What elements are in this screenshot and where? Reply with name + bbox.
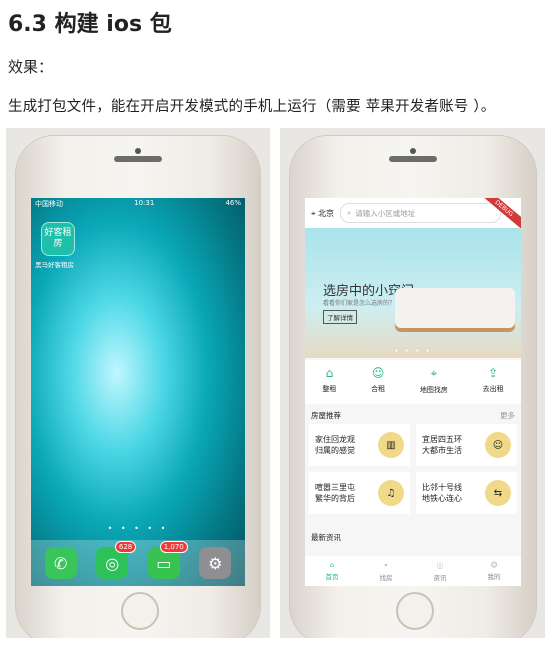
iphone-body: 中国移动 10:31 46% 好客租房 黑马好客租房 • • • • • ✆ ◎… [16,136,260,638]
nav-item-whole-rent[interactable]: ⌂ 整租 [322,360,336,404]
card-line1: 比邻十号线 [422,483,462,492]
section-heading: 6.3 构建 ios 包 [8,12,172,37]
carrier-label: 中国移动 [35,200,63,208]
page-dots: • • • • • [107,524,169,533]
wechat-glyph: ◎ [105,553,120,573]
nav-item-rent-out[interactable]: ⇪ 去出租 [483,360,504,404]
news-title: 最新资讯 [311,533,341,542]
app-label: 黑马好客租房 [35,261,74,269]
city-label: 北京 [318,208,335,218]
card-line2: 归属的感觉 [315,446,355,455]
house-icon: ⌂ [325,366,334,380]
description-text: 生成打包文件，能在开启开发模式的手机上运行（需要 苹果开发者账号 ）。 [8,99,496,115]
messages-badge: 1,070 [159,541,188,553]
home-button[interactable] [121,592,159,630]
search-icon: ⌕ [384,560,388,569]
recommend-card[interactable]: 比邻十号线地铁心连心 ⇆ [416,472,517,514]
map-pin-icon: ⌖ [430,366,438,380]
card-line1: 喧嚣三里屯 [315,483,355,492]
more-link[interactable]: 更多 [500,410,515,421]
banner-button[interactable]: 了解详情 [323,310,357,324]
location-icon: ⌖ [311,208,316,218]
nav-item-map-search[interactable]: ⌖ 地图找房 [420,360,448,404]
messages-icon[interactable]: ▭ 1,070 [147,541,188,579]
recommend-card[interactable]: 家住回龙观归属的感觉 ▥ [309,424,410,466]
banner-dots: • • • • [394,347,432,355]
tab-profile[interactable]: ☺ 我的 [488,561,501,581]
card-line1: 宜居四五环 [422,435,462,444]
recommend-card[interactable]: 喧嚣三里屯繁华的背后 ♫ [309,472,410,514]
card-line2: 地铁心连心 [422,494,462,503]
phone-icon[interactable]: ✆ [44,547,77,579]
nav-label: 合租 [371,385,386,393]
tab-find-house[interactable]: ⌕ 找房 [380,561,393,582]
settings-icon[interactable]: ⚙ [199,547,232,579]
status-bar: 中国移动 10:31 46% [31,198,245,210]
photo-home-screen: 中国移动 10:31 46% 好客租房 黑马好客租房 • • • • • ✆ ◎… [6,128,270,638]
tab-label: 资讯 [433,574,447,582]
dock: ✆ ◎ 628 ▭ 1,070 ⚙ [31,540,245,586]
wechat-icon[interactable]: ◎ 628 [96,541,137,579]
messages-glyph: ▭ [156,553,172,573]
app-screen: ⌖ 北京 ⌕ 请输入小区或地址 ▦ DEBUG 选房中的小窍门 看看你们家是怎么… [305,198,521,586]
banner-subtitle: 看看你们家是怎么选房的？ [323,300,396,307]
tab-label: 找房 [379,573,393,582]
search-bar: ⌖ 北京 ⌕ 请输入小区或地址 ▦ [305,198,521,228]
app-icon-haoke[interactable]: 好客租房 [41,222,75,256]
section-header: 房屋推荐 更多 [305,410,521,421]
card-image: ▥ [378,432,404,458]
battery-label: 46% [225,199,241,207]
search-input[interactable]: ⌕ 请输入小区或地址 [340,203,502,223]
iphone-body: ⌖ 北京 ⌕ 请输入小区或地址 ▦ DEBUG 选房中的小窍门 看看你们家是怎么… [290,136,536,638]
tab-home[interactable]: ⌂ 首页 [326,561,339,581]
card-line2: 大都市生活 [422,446,462,455]
tab-news[interactable]: ⓘ 资讯 [434,560,447,582]
city-selector[interactable]: ⌖ 北京 [311,208,334,219]
user-icon: ☺ [490,561,498,569]
nav-label: 去出租 [482,385,504,393]
card-image: ⇆ [485,480,511,506]
phone-glyph: ✆ [54,553,68,573]
speaker-grille [389,156,437,162]
tab-bar: ⌂ 首页 ⌕ 找房 ⓘ 资讯 ☺ 我的 [305,556,521,586]
camera-icon [135,148,141,154]
recommend-card[interactable]: 宜居四五环大都市生活 ☺ [416,424,517,466]
home-button[interactable] [396,592,434,630]
card-image: ☺ [485,432,511,458]
nav-item-shared-rent[interactable]: ☺ 合租 [371,360,385,404]
upload-icon: ⇪ [488,366,499,380]
category-nav: ⌂ 整租 ☺ 合租 ⌖ 地图找房 ⇪ 去出租 [305,360,521,404]
home-icon: ⌂ [329,561,335,569]
sofa-image [395,288,515,328]
speaker-grille [114,156,162,162]
settings-glyph: ⚙ [208,553,223,573]
wechat-badge: 628 [114,541,137,553]
info-icon: ⓘ [436,562,444,570]
search-icon: ⌕ [347,208,352,217]
card-line1: 家住回龙观 [315,435,355,444]
people-icon: ☺ [371,366,385,380]
card-image: ♫ [378,480,404,506]
time-label: 10:31 [134,199,155,207]
tab-label: 首页 [325,573,339,581]
nav-label: 整租 [322,385,337,393]
search-placeholder: 请输入小区或地址 [355,208,416,218]
nav-label: 地图找房 [419,386,448,394]
recommend-grid: 家住回龙观归属的感觉 ▥ 宜居四五环大都市生活 ☺ 喧嚣三里屯繁华的背后 ♫ 比… [309,424,517,514]
effect-label: 效果： [8,58,54,76]
card-line2: 繁华的背后 [315,494,355,503]
photo-app-screen: ⌖ 北京 ⌕ 请输入小区或地址 ▦ DEBUG 选房中的小窍门 看看你们家是怎么… [280,128,545,638]
tab-label: 我的 [487,573,501,581]
banner-carousel[interactable]: 选房中的小窍门 看看你们家是怎么选房的？ 了解详情 • • • • [305,228,521,358]
section-title: 房屋推荐 [311,411,341,420]
home-screen: 中国移动 10:31 46% 好客租房 黑马好客租房 • • • • • ✆ ◎… [31,198,245,586]
camera-icon [410,148,416,154]
